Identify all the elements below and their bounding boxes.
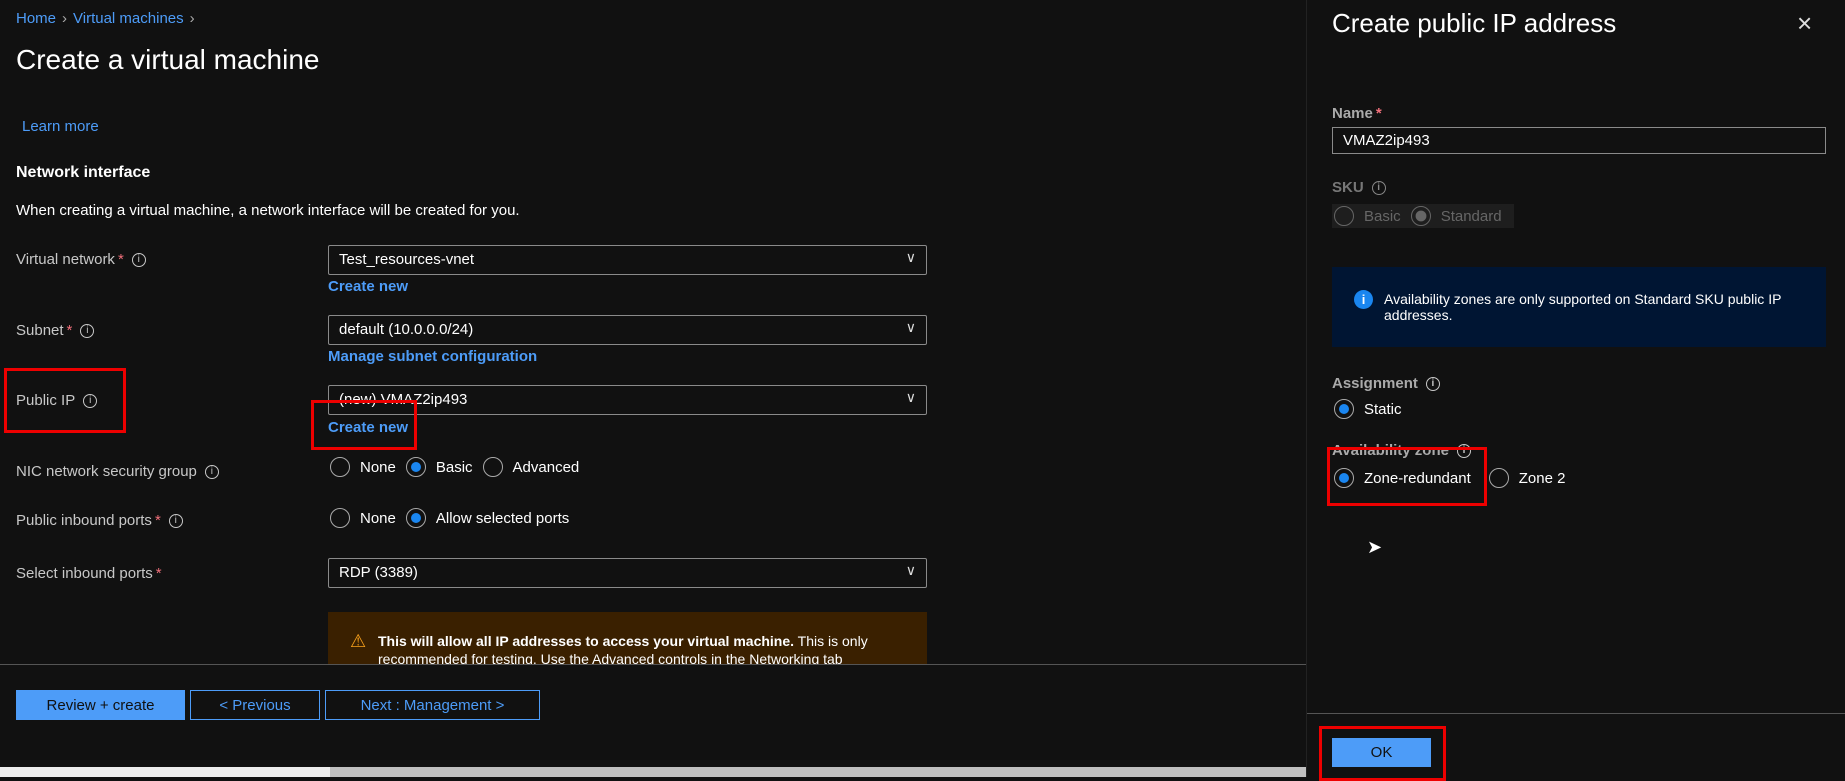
warning-bold: This will allow all IP addresses to acce… xyxy=(378,633,795,649)
assignment-radio-static[interactable]: Static xyxy=(1334,399,1402,419)
nsg-radio-none[interactable]: None xyxy=(330,457,396,477)
chevron-right-icon: › xyxy=(189,10,195,27)
info-circle-icon: i xyxy=(1354,290,1373,309)
highlight-box xyxy=(1327,447,1487,506)
chevron-down-icon: ∨ xyxy=(905,389,916,405)
warning-banner: ⚠ This will allow all IP addresses to ac… xyxy=(328,612,927,664)
inbound-radio-allow[interactable]: Allow selected ports xyxy=(405,508,569,528)
info-icon[interactable]: i xyxy=(131,253,146,268)
highlight-box xyxy=(311,400,417,450)
select-ports-dropdown[interactable]: RDP (3389) ∨ xyxy=(328,558,927,588)
scrollbar-thumb[interactable] xyxy=(330,767,1306,777)
az-radio-zone-2[interactable]: Zone 2 xyxy=(1488,468,1565,488)
breadcrumb: Home › Virtual machines › xyxy=(16,10,201,27)
nsg-radio-advanced[interactable]: Advanced xyxy=(482,457,579,477)
horizontal-scrollbar[interactable] xyxy=(0,767,1306,777)
name-input[interactable] xyxy=(1332,127,1826,154)
info-banner: i Availability zones are only supported … xyxy=(1332,267,1826,347)
virtual-network-label: Virtual network * i xyxy=(16,251,146,268)
nsg-radio-basic[interactable]: Basic xyxy=(405,457,473,477)
close-icon[interactable]: × xyxy=(1797,8,1812,39)
chevron-right-icon: › xyxy=(62,10,68,27)
manage-subnet-link[interactable]: Manage subnet configuration xyxy=(328,348,537,365)
nsg-radio-group: None Basic Advanced xyxy=(330,457,589,477)
chevron-down-icon: ∨ xyxy=(905,562,916,578)
page-title: Create a virtual machine xyxy=(16,44,320,75)
section-description: When creating a virtual machine, a netwo… xyxy=(16,202,520,219)
info-text: Availability zones are only supported on… xyxy=(1384,291,1782,323)
subnet-label: Subnet * i xyxy=(16,322,95,339)
footer-divider xyxy=(0,664,1306,665)
vnet-create-new-link[interactable]: Create new xyxy=(328,278,408,295)
breadcrumb-virtual-machines[interactable]: Virtual machines xyxy=(73,10,184,27)
panel-title: Create public IP address xyxy=(1332,8,1617,38)
warning-icon: ⚠ xyxy=(350,631,367,651)
select-ports-label: Select inbound ports * xyxy=(16,565,162,582)
breadcrumb-home[interactable]: Home xyxy=(16,10,56,27)
virtual-network-dropdown[interactable]: Test_resources-vnet ∨ xyxy=(328,245,927,275)
next-management-button[interactable]: Next : Management > xyxy=(325,690,540,720)
subnet-dropdown[interactable]: default (10.0.0.0/24) ∨ xyxy=(328,315,927,345)
highlight-box xyxy=(4,368,126,433)
chevron-down-icon: ∨ xyxy=(905,249,916,265)
inbound-radio-group: None Allow selected ports xyxy=(330,508,579,528)
sku-radio-group: Basic Standard xyxy=(1332,204,1514,228)
previous-button[interactable]: < Previous xyxy=(190,690,320,720)
assignment-label: Assignment i xyxy=(1332,375,1440,392)
inbound-radio-none[interactable]: None xyxy=(330,508,396,528)
name-label: Name * xyxy=(1332,105,1382,122)
highlight-box xyxy=(1319,726,1446,781)
create-public-ip-panel: Create public IP address × Name* SKUi Ba… xyxy=(1306,0,1845,781)
info-icon[interactable]: i xyxy=(1425,377,1440,392)
sku-radio-basic: Basic xyxy=(1334,206,1401,226)
sku-radio-standard: Standard xyxy=(1410,206,1502,226)
inbound-ports-label: Public inbound ports * i xyxy=(16,512,183,529)
info-icon[interactable]: i xyxy=(168,514,183,529)
chevron-down-icon: ∨ xyxy=(905,319,916,335)
learn-more-link[interactable]: Learn more xyxy=(22,118,99,135)
sku-label: SKU i xyxy=(1332,179,1386,196)
panel-footer-divider xyxy=(1307,713,1845,714)
section-title: Network interface xyxy=(16,164,151,181)
nsg-label: NIC network security group i xyxy=(16,463,219,480)
info-icon[interactable]: i xyxy=(204,465,219,480)
info-icon[interactable]: i xyxy=(1371,181,1386,196)
review-create-button[interactable]: Review + create xyxy=(16,690,185,720)
public-ip-dropdown[interactable]: (new) VMAZ2ip493 ∨ xyxy=(328,385,927,415)
assignment-radio-group: Static xyxy=(1334,399,1412,423)
info-icon[interactable]: i xyxy=(80,324,95,339)
mouse-cursor-icon: ➤ xyxy=(1367,537,1383,557)
